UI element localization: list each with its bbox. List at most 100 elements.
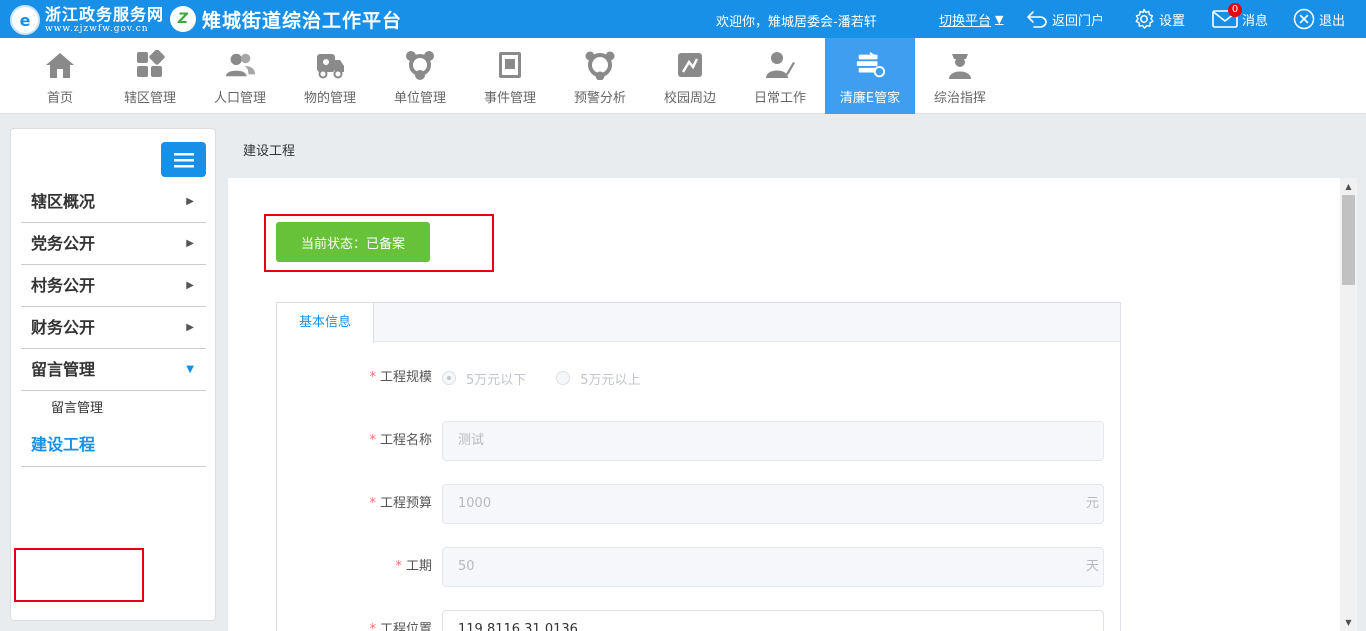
sidebar-item-finance[interactable]: 财务公开 ▶	[21, 307, 206, 349]
top-bar: e 浙江政务服务网 www.zjzwfw.gov.cn Z 雉城街道综治工作平台…	[0, 0, 1366, 38]
sidebar-item-district-overview[interactable]: 辖区概况 ▶	[21, 181, 206, 223]
required-mark: *	[395, 559, 402, 574]
sidebar-item-label: 村务公开	[31, 276, 96, 295]
nav-label: 日常工作	[753, 91, 806, 106]
project-budget-field[interactable]: 1000 元	[442, 484, 1104, 524]
logout-button[interactable]: 退出	[1293, 8, 1345, 30]
nav-daily-work[interactable]: 日常工作	[735, 38, 825, 114]
nav-label: 事件管理	[483, 91, 536, 106]
nav-population[interactable]: 人口管理	[195, 38, 285, 114]
messages-button[interactable]: 0 消息	[1212, 3, 1269, 30]
nav-label: 校园周边	[663, 91, 716, 106]
scale-radio-group: 5万元以下 5万元以上	[442, 358, 671, 398]
nav-clean-steward[interactable]: 清廉E管家	[825, 38, 915, 114]
switch-platform-button[interactable]: 切换平台 ▼	[939, 8, 1003, 30]
chevron-down-icon: ▼	[186, 364, 194, 375]
caret-down-icon: ▼	[995, 12, 1004, 26]
platform-logo: Z 雉城街道综治工作平台	[170, 6, 402, 32]
mail-icon: 0	[1212, 3, 1242, 29]
radio-label: 5万元以下	[466, 372, 527, 388]
logout-label: 退出	[1319, 13, 1346, 29]
vertical-scrollbar[interactable]: ▲ ▼	[1340, 178, 1357, 631]
warning-icon	[584, 49, 616, 81]
chevron-right-icon: ▶	[186, 238, 194, 249]
truck-icon	[314, 49, 346, 81]
required-mark: *	[369, 433, 376, 448]
required-mark: *	[369, 622, 376, 631]
scroll-down-arrow-icon[interactable]: ▼	[1340, 614, 1357, 631]
main-content: 当前状态：已备案 基本信息 * 工程规模 5万元以下 5万元以上 * 工程名称 测试	[228, 178, 1340, 631]
welcome-text: 欢迎你，雉城居委会-潘若轩	[716, 15, 877, 30]
nav-warning[interactable]: 预警分析	[555, 38, 645, 114]
nav-label: 辖区管理	[123, 91, 176, 106]
nav-label: 人口管理	[213, 91, 266, 106]
radio-label: 5万元以上	[580, 372, 641, 388]
nav-district[interactable]: 辖区管理	[105, 38, 195, 114]
nav-campus[interactable]: 校园周边	[645, 38, 735, 114]
radio-checked-icon	[442, 371, 456, 385]
radio-over-5w[interactable]: 5万元以上	[556, 369, 641, 388]
nav-home[interactable]: 首页	[15, 38, 105, 114]
chevron-right-icon: ▶	[186, 196, 194, 207]
settings-label: 设置	[1159, 13, 1186, 29]
radio-unchecked-icon	[556, 371, 571, 385]
platform-title: 雉城街道综治工作平台	[202, 9, 403, 32]
zjzwfw-emblem-icon: e	[10, 5, 40, 35]
nav-label: 首页	[46, 91, 73, 106]
sidebar-subitem-message-management[interactable]: 留言管理	[21, 391, 206, 425]
required-mark: *	[369, 496, 376, 511]
location-label: 工程位置	[379, 622, 432, 631]
form-row-location: * 工程位置 119.8116,31.0136	[277, 610, 1122, 631]
settings-button[interactable]: 设置	[1133, 8, 1185, 30]
form-row-period: * 工期 50 天	[277, 547, 1122, 587]
project-location-field[interactable]: 119.8116,31.0136	[442, 610, 1104, 631]
form-row-scale: * 工程规模 5万元以下 5万元以上	[277, 358, 1122, 398]
budget-label: 工程预算	[379, 496, 432, 511]
sidebar-item-label: 党务公开	[31, 234, 96, 253]
tab-basic-info[interactable]: 基本信息	[277, 303, 374, 343]
sidebar-item-construction[interactable]: 建设工程	[21, 425, 206, 467]
period-unit: 天	[1085, 559, 1099, 574]
radio-under-5w[interactable]: 5万元以下	[442, 369, 526, 388]
menu-toggle-button[interactable]	[161, 142, 206, 177]
project-period-field[interactable]: 50 天	[442, 547, 1104, 587]
sidebar-item-label: 辖区概况	[31, 192, 96, 211]
required-mark: *	[369, 370, 376, 385]
scroll-up-arrow-icon[interactable]: ▲	[1340, 178, 1357, 195]
nav-things[interactable]: 物的管理	[285, 38, 375, 114]
budget-value: 1000	[458, 496, 492, 511]
steward-icon	[854, 49, 886, 81]
chevron-right-icon: ▶	[186, 280, 194, 291]
nav-command[interactable]: 综治指挥	[915, 38, 1005, 114]
nav-events[interactable]: 事件管理	[465, 38, 555, 114]
main-nav: 首页 辖区管理 人口管理 物的管理 单位管理 事件管理 预警分析 校园周边 日常…	[0, 38, 1366, 114]
sidebar-menu: 辖区概况 ▶ 党务公开 ▶ 村务公开 ▶ 财务公开 ▶ 留言管理 ▼ 留言管理 …	[21, 181, 206, 467]
chevron-right-icon: ▶	[186, 322, 194, 333]
people-icon	[224, 49, 256, 81]
sidebar-item-label: 财务公开	[31, 318, 96, 337]
gear-icon	[1133, 8, 1155, 30]
period-value: 50	[458, 559, 475, 574]
back-portal-button[interactable]: 返回门户	[1026, 8, 1104, 30]
nav-label: 物的管理	[303, 91, 356, 106]
sidebar-item-messages[interactable]: 留言管理 ▼	[21, 349, 206, 391]
scale-label: 工程规模	[379, 370, 432, 385]
messages-label: 消息	[1242, 13, 1269, 29]
scroll-thumb[interactable]	[1342, 195, 1355, 285]
nav-label: 综治指挥	[933, 91, 986, 106]
sidebar: 辖区概况 ▶ 党务公开 ▶ 村务公开 ▶ 财务公开 ▶ 留言管理 ▼ 留言管理 …	[10, 128, 216, 621]
hamburger-icon	[173, 152, 194, 167]
project-name-field[interactable]: 测试	[442, 421, 1104, 461]
nav-label: 预警分析	[573, 91, 626, 106]
form-card: 基本信息 *工程规模 5万元以下 5万元以上 *工程名称 测试 *工程预算	[276, 302, 1121, 631]
platform-emblem-icon: Z	[170, 6, 196, 32]
sidebar-item-party-affairs[interactable]: 党务公开 ▶	[21, 223, 206, 265]
commander-icon	[944, 49, 976, 81]
sidebar-item-label: 留言管理	[31, 360, 96, 379]
zjzwfw-logo[interactable]: e 浙江政务服务网 www.zjzwfw.gov.cn	[10, 5, 164, 35]
form-row-budget: * 工程预算 1000 元	[277, 484, 1122, 524]
book-icon	[494, 49, 526, 81]
sidebar-item-village-affairs[interactable]: 村务公开 ▶	[21, 265, 206, 307]
nav-label: 单位管理	[393, 91, 446, 106]
nav-units[interactable]: 单位管理	[375, 38, 465, 114]
